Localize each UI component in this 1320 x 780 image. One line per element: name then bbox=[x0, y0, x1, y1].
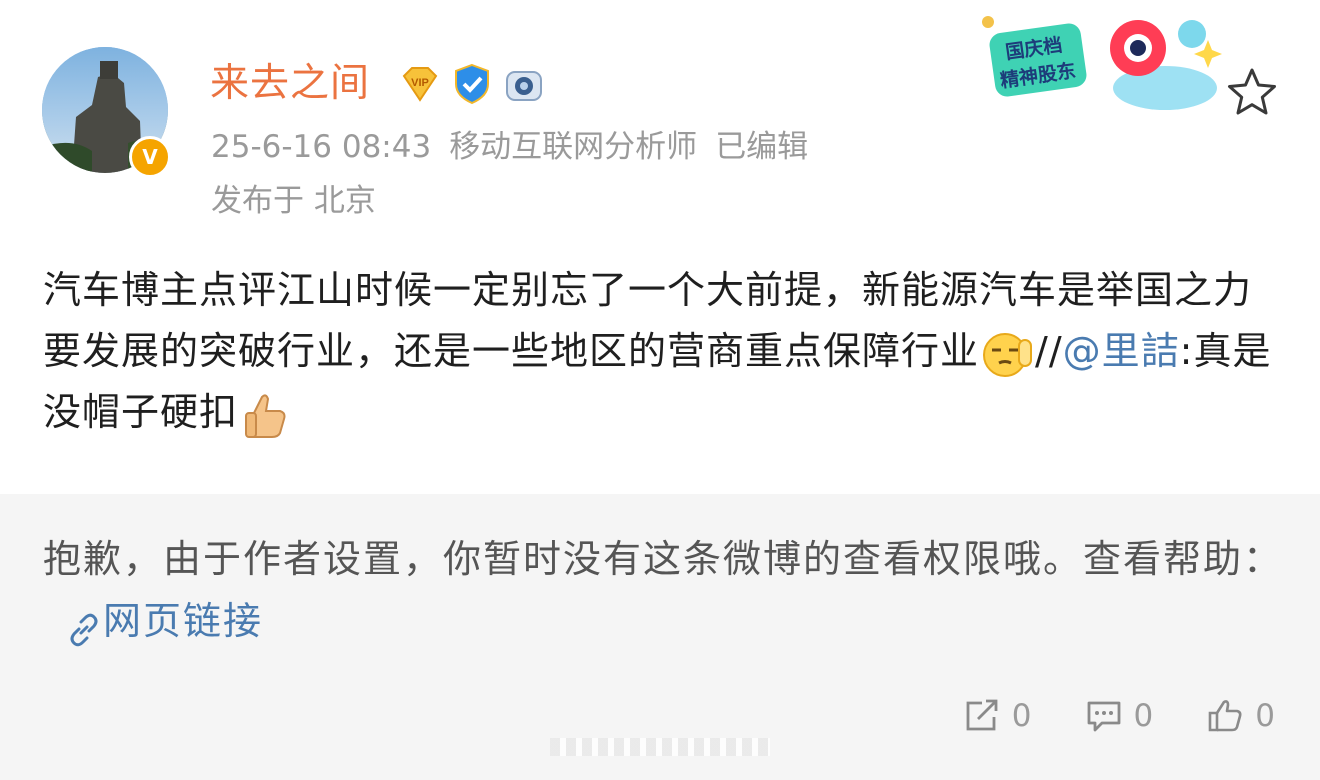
author-badges: VIP bbox=[398, 62, 546, 106]
vip-diamond-icon[interactable]: VIP bbox=[398, 62, 442, 106]
repost-icon bbox=[966, 699, 998, 731]
camera-badge-icon[interactable] bbox=[502, 62, 546, 106]
svg-text:VIP: VIP bbox=[411, 77, 429, 89]
post-timestamp: 25-6-16 08:43 bbox=[211, 129, 432, 165]
like-count: 0 bbox=[1255, 698, 1275, 734]
repost-separator: // bbox=[1035, 329, 1063, 373]
holiday-sticker[interactable]: 国庆档 精神股东 bbox=[980, 10, 1225, 120]
comment-button[interactable]: 0 bbox=[1086, 698, 1154, 734]
comment-icon bbox=[1087, 701, 1120, 732]
verified-badge: V bbox=[129, 136, 171, 178]
web-link[interactable]: 网页链接 bbox=[103, 599, 263, 643]
thumbs-up-emoji-icon bbox=[240, 391, 292, 439]
mention-link[interactable]: @里詰 bbox=[1063, 329, 1180, 373]
like-icon bbox=[1208, 700, 1242, 732]
link-icon[interactable] bbox=[65, 605, 103, 646]
post-content: 汽车博主点评江山时候一定别忘了一个大前提，新能源汽车是举国之力要发展的突破行业，… bbox=[43, 260, 1283, 443]
like-button[interactable]: 0 bbox=[1207, 698, 1275, 734]
author-name[interactable]: 来去之间 bbox=[210, 58, 370, 110]
author-role[interactable]: 移动互联网分析师 bbox=[449, 129, 697, 165]
action-bar: 0 0 0 bbox=[910, 698, 1275, 734]
permission-notice: 抱歉，由于作者设置，你暂时没有这条微博的查看权限哦。查看帮助： 网页链接 bbox=[43, 528, 1283, 652]
shield-badge-icon[interactable] bbox=[450, 62, 494, 106]
repost-count: 0 bbox=[1011, 698, 1032, 734]
permission-notice-text: 抱歉，由于作者设置，你暂时没有这条微博的查看权限哦。查看帮助： bbox=[43, 537, 1284, 581]
favorite-star-icon[interactable] bbox=[1225, 66, 1279, 118]
scroll-indicator bbox=[550, 738, 770, 756]
sleepy-face-emoji-icon bbox=[981, 330, 1033, 378]
repost-button[interactable]: 0 bbox=[964, 698, 1032, 734]
comment-count: 0 bbox=[1133, 698, 1154, 734]
post-meta: 25-6-16 08:43 移动互联网分析师 已编辑 bbox=[211, 126, 808, 168]
edited-label[interactable]: 已编辑 bbox=[715, 129, 808, 165]
post-location: 发布于 北京 bbox=[211, 183, 376, 219]
